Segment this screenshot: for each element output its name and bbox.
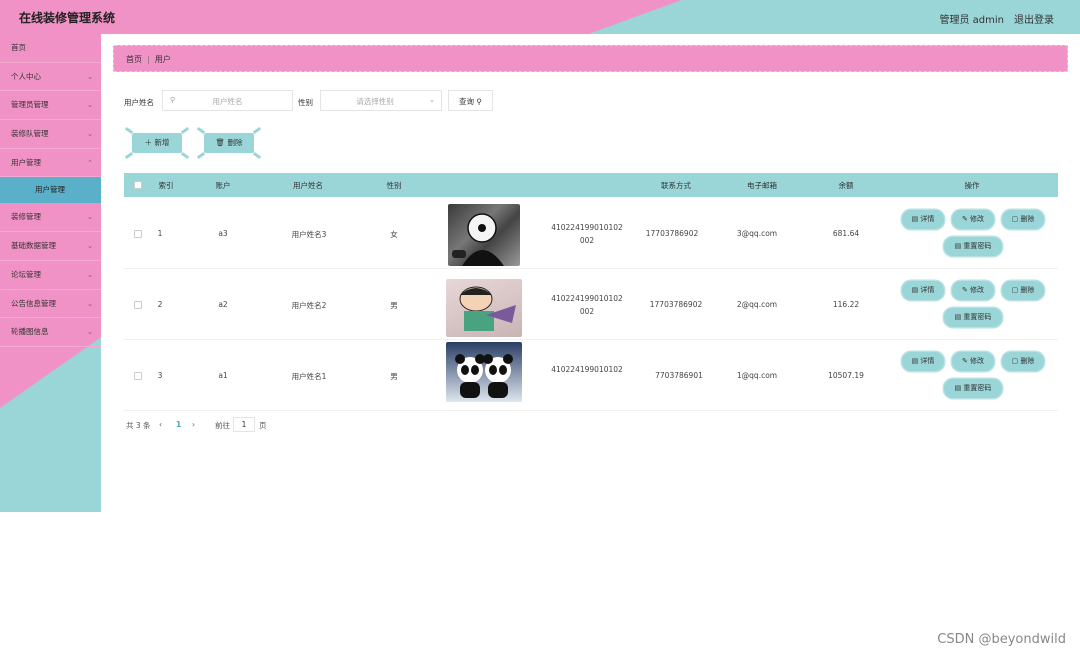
gender-search-label: 性别	[298, 98, 313, 107]
table-row: 1 a3 用户姓名3 女 410224199010102 002 1770378…	[124, 198, 1058, 269]
col-gender: 性别	[386, 181, 402, 190]
avatar	[446, 342, 522, 402]
search-icon: ⚲	[476, 97, 482, 106]
table-header: 索引 账户 用户姓名 性别 联系方式 电子邮箱 余额 操作	[124, 173, 1058, 197]
breadcrumb-home[interactable]: 首页	[126, 55, 142, 64]
sidebar-item-personal-center[interactable]: 个人中心 ⌄	[0, 63, 101, 92]
row-delete-button[interactable]: ▢ 删除	[1002, 352, 1044, 371]
row-checkbox[interactable]	[134, 230, 142, 238]
app-title: 在线装修管理系统	[19, 11, 116, 25]
plus-icon: ＋	[144, 138, 153, 147]
reset-password-button[interactable]: ▤ 重置密码	[944, 308, 1002, 327]
chevron-down-icon: ⌄	[87, 213, 93, 222]
pagination-goto-label: 前往	[215, 421, 230, 430]
row-checkbox[interactable]	[134, 372, 142, 380]
reset-password-button[interactable]: ▤ 重置密码	[944, 237, 1002, 256]
chevron-down-icon: ⌄	[87, 328, 93, 337]
sidebar-item-home[interactable]: 首页	[0, 34, 101, 63]
chevron-down-icon: ⌄	[429, 96, 435, 104]
chevron-up-icon: ⌃	[87, 158, 93, 167]
breadcrumb-current: 用户	[154, 55, 171, 64]
chevron-down-icon: ⌄	[87, 130, 93, 139]
col-name: 用户姓名	[293, 181, 323, 190]
watermark: CSDN @beyondwild	[937, 632, 1066, 647]
row-delete-button[interactable]: ▢ 删除	[1002, 210, 1044, 229]
col-phone: 联系方式	[661, 181, 691, 190]
table-row: 2 a2 用户姓名2 男 410224199010102 002 1770378…	[124, 269, 1058, 340]
prev-page-icon[interactable]: ‹	[159, 420, 162, 429]
sidebar-item-admin-management[interactable]: 管理员管理 ⌄	[0, 91, 101, 121]
name-search-label: 用户姓名	[124, 98, 154, 107]
row-checkbox[interactable]	[134, 301, 142, 309]
edit-button[interactable]: ✎ 修改	[952, 281, 994, 300]
page-jump-input[interactable]: 1	[233, 417, 255, 432]
avatar	[446, 279, 522, 337]
row-delete-button[interactable]: ▢ 删除	[1002, 281, 1044, 300]
chevron-down-icon: ⌄	[87, 270, 93, 279]
sidebar: 首页 个人中心 ⌄ 管理员管理 ⌄ 装修队管理 ⌄ 用户管理 ⌃ 用户管理 装修管理 ⌄ …	[0, 34, 101, 512]
edit-button[interactable]: ✎ 修改	[952, 352, 994, 371]
edit-button[interactable]: ✎ 修改	[952, 210, 994, 229]
avatar	[448, 204, 520, 266]
reset-password-button[interactable]: ▤ 重置密码	[944, 379, 1002, 398]
table-row: 3 a1 用户姓名1 男 410224199010102 7703786901 …	[124, 340, 1058, 411]
logout-link[interactable]: 退出登录	[1014, 11, 1054, 26]
col-balance: 余额	[838, 181, 854, 190]
col-actions: 操作	[964, 181, 980, 190]
top-header: 在线装修管理系统 管理员 admin 退出登录	[0, 0, 1080, 34]
pagination-current-page[interactable]: 1	[176, 420, 181, 429]
col-index: 索引	[158, 181, 174, 190]
detail-button[interactable]: ▤ 详情	[902, 210, 944, 229]
delete-button[interactable]: 🗑 删除	[204, 133, 254, 153]
sidebar-item-renovation-management[interactable]: 装修管理 ⌄	[0, 203, 101, 233]
sidebar-subitem-user-management[interactable]: 用户管理	[0, 177, 101, 204]
next-page-icon[interactable]: ›	[192, 420, 195, 429]
select-all-checkbox[interactable]	[134, 181, 142, 189]
sidebar-item-carousel[interactable]: 轮播图信息 ⌄	[0, 318, 101, 347]
gender-select[interactable]: 请选择性别 ⌄	[320, 90, 442, 111]
chevron-down-icon: ⌄	[87, 72, 93, 81]
pagination-total: 共 3 条	[126, 421, 151, 430]
col-email: 电子邮箱	[747, 181, 777, 190]
detail-button[interactable]: ▤ 详情	[902, 352, 944, 371]
sidebar-item-notice[interactable]: 公告信息管理 ⌄	[0, 290, 101, 319]
chevron-down-icon: ⌄	[87, 242, 93, 251]
col-account: 账户	[215, 181, 231, 190]
breadcrumb-bar: 首页 | 用户	[113, 45, 1068, 72]
trash-icon: 🗑	[215, 138, 226, 147]
sidebar-item-team-management[interactable]: 装修队管理 ⌄	[0, 120, 101, 149]
add-button[interactable]: ＋ 新增	[132, 133, 182, 153]
sidebar-item-forum[interactable]: 论坛管理 ⌄	[0, 261, 101, 290]
breadcrumb: 首页 | 用户	[126, 55, 171, 64]
chevron-down-icon: ⌄	[87, 101, 93, 110]
detail-button[interactable]: ▤ 详情	[902, 281, 944, 300]
name-search-input[interactable]: ⚲ 用户姓名	[162, 90, 293, 111]
current-user: 管理员 admin	[939, 15, 1004, 26]
pagination-page-unit: 页	[259, 421, 267, 430]
chevron-down-icon: ⌄	[87, 299, 93, 308]
sidebar-item-basic-data[interactable]: 基础数据管理 ⌄	[0, 232, 101, 261]
sidebar-item-user-management[interactable]: 用户管理 ⌃	[0, 149, 101, 178]
query-button[interactable]: 查询 ⚲	[448, 90, 493, 111]
